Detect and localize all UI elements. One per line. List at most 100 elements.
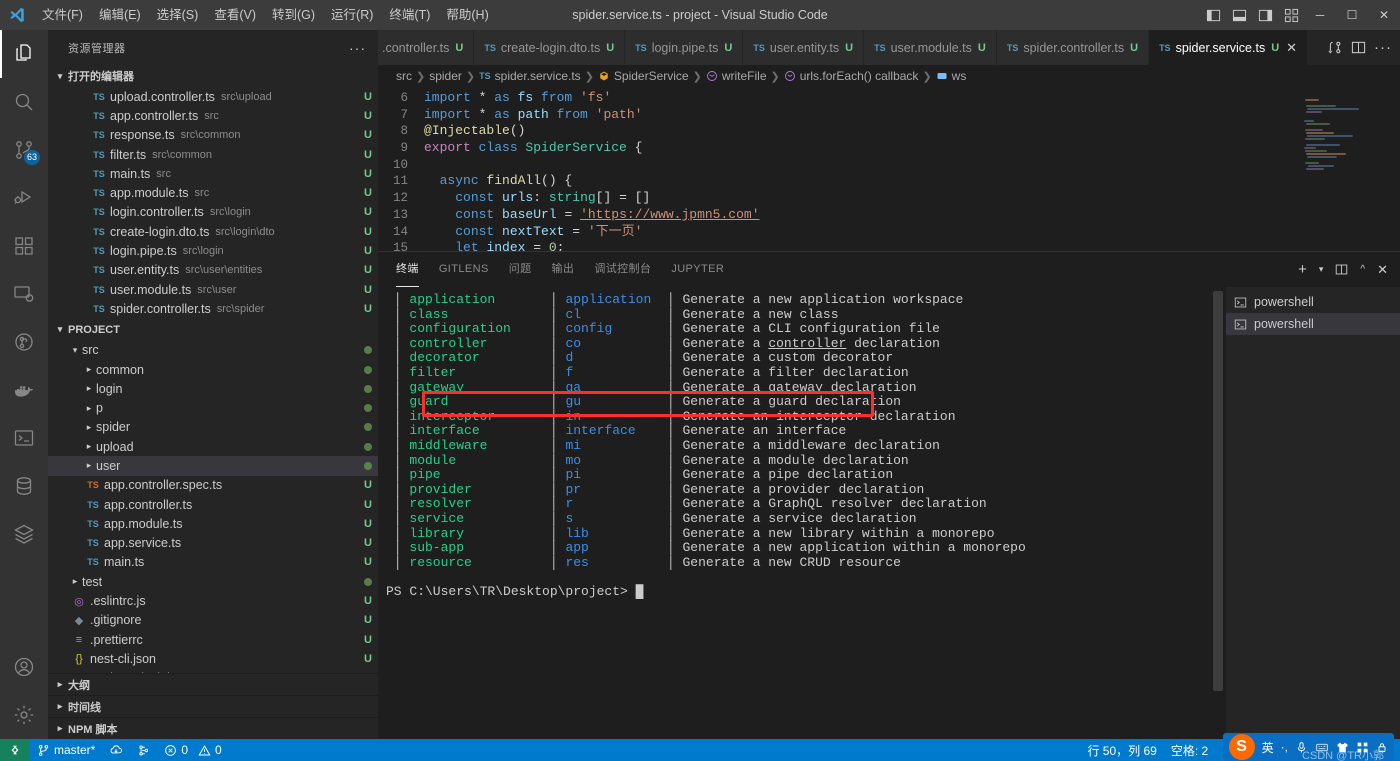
code-line[interactable] <box>424 157 1300 174</box>
tree-file-item[interactable]: {} nest-cli.json U <box>48 649 378 668</box>
minimap-slider[interactable] <box>1386 87 1400 251</box>
code-line[interactable]: let index = 0; <box>424 240 1300 251</box>
sidebar-more-actions-icon[interactable]: ··· <box>349 40 366 56</box>
panel-tab-gitlens[interactable]: GITLENS <box>439 252 489 287</box>
activity-settings[interactable] <box>0 691 48 739</box>
minimap[interactable] <box>1300 87 1400 251</box>
activity-layers[interactable] <box>0 510 48 558</box>
activity-source-control[interactable]: 63 <box>0 126 48 174</box>
editor-tab[interactable]: TS spider.controller.ts U <box>996 30 1150 65</box>
ime-punctuation-label[interactable]: ·, <box>1281 740 1288 754</box>
menu-view[interactable]: 查看(V) <box>206 0 264 30</box>
panel-tab-problems[interactable]: 问题 <box>509 252 532 287</box>
project-header[interactable]: ▾ PROJECT <box>48 319 378 341</box>
breadcrumb-item-file[interactable]: TS spider.service.ts <box>479 69 581 83</box>
open-editor-item[interactable]: TS upload.controller.ts src\upload U <box>48 87 378 106</box>
menu-selection[interactable]: 选择(S) <box>149 0 207 30</box>
close-tab-icon[interactable]: ✕ <box>1286 40 1297 56</box>
status-problems[interactable]: 0 0 <box>157 739 228 761</box>
section-npm-scripts[interactable]: ▸ NPM 脚本 <box>48 717 378 739</box>
code-line[interactable]: const urls: string[] = [] <box>424 190 1300 207</box>
code-line[interactable]: const baseUrl = 'https://www.jpmn5.com' <box>424 207 1300 224</box>
customize-layout-icon[interactable] <box>1278 0 1304 30</box>
code-line[interactable]: export class SpiderService { <box>424 140 1300 157</box>
panel-tab-output[interactable]: 输出 <box>552 252 575 287</box>
activity-gitlens[interactable] <box>0 318 48 366</box>
menu-file[interactable]: 文件(F) <box>34 0 91 30</box>
editor-tab[interactable]: TS user.module.ts U <box>864 30 997 65</box>
new-terminal-icon[interactable]: + <box>1298 261 1307 278</box>
open-editor-item[interactable]: TS user.entity.ts src\user\entities U <box>48 261 378 280</box>
tree-folder-item[interactable]: ▸ p <box>48 398 378 417</box>
open-editor-item[interactable]: TS app.module.ts src U <box>48 183 378 202</box>
editor-more-actions-icon[interactable]: ··· <box>1374 39 1392 56</box>
activity-remote-explorer[interactable] <box>0 270 48 318</box>
close-button[interactable]: ✕ <box>1368 0 1400 30</box>
code-pane[interactable]: 6 7 8 9 10 11 12 13 14 15 import * as fs from 'fs… <box>378 87 1300 251</box>
open-editor-item[interactable]: TS user.module.ts src\user U <box>48 280 378 299</box>
terminal-desc-link[interactable]: controller <box>768 336 846 351</box>
activity-extensions[interactable] <box>0 222 48 270</box>
activity-accounts[interactable] <box>0 643 48 691</box>
tree-folder-item[interactable]: ▸ login <box>48 379 378 398</box>
activity-run-debug[interactable] <box>0 174 48 222</box>
open-editor-item[interactable]: TS app.controller.ts src U <box>48 106 378 125</box>
section-timeline[interactable]: ▸ 时间线 <box>48 695 378 717</box>
sogou-ime-overlay[interactable]: S 英 ·, CSDN @TR小郭 <box>1222 733 1394 761</box>
split-terminal-icon[interactable] <box>1335 263 1348 276</box>
panel-tab-terminal[interactable]: 终端 <box>396 252 419 287</box>
menu-run[interactable]: 运行(R) <box>323 0 381 30</box>
minimize-button[interactable]: ─ <box>1304 0 1336 30</box>
breadcrumb-item-class[interactable]: SpiderService <box>598 69 689 83</box>
breadcrumb-item-callback[interactable]: urls.forEach() callback <box>784 69 918 83</box>
editor-tab[interactable]: .controller.ts U <box>378 30 475 65</box>
open-editor-item[interactable]: TS create-login.dto.ts src\login\dto U <box>48 222 378 241</box>
open-editor-item[interactable]: TS login.pipe.ts src\login U <box>48 241 378 260</box>
activity-explorer[interactable] <box>0 30 48 78</box>
tree-file-item[interactable]: ◆ .gitignore U <box>48 611 378 630</box>
panel-tab-jupyter[interactable]: JUPYTER <box>671 252 724 287</box>
panel-tab-debug-console[interactable]: 调试控制台 <box>594 252 651 287</box>
tree-folder-item[interactable]: ▸ test <box>48 572 378 591</box>
editor-tab[interactable]: TS spider.service.ts U ✕ <box>1149 30 1309 65</box>
tree-folder-item[interactable]: ▸ common <box>48 360 378 379</box>
tree-folder-item[interactable]: ▸ user <box>48 456 378 476</box>
section-outline[interactable]: ▸ 大纲 <box>48 673 378 695</box>
split-editor-right-icon[interactable] <box>1351 40 1366 55</box>
breadcrumb-item-src[interactable]: src <box>396 69 412 83</box>
tree-folder-item[interactable]: ▸ upload <box>48 437 378 456</box>
tree-folder-item[interactable]: ▾ src <box>48 341 378 360</box>
tree-file-item[interactable]: {}package-lock.json U <box>48 669 378 673</box>
open-editor-item[interactable]: TS spider.controller.ts src\spider U <box>48 299 378 318</box>
breadcrumb-item-variable-ws[interactable]: ws <box>936 69 966 83</box>
terminal-list-item[interactable]: powershell <box>1226 291 1400 313</box>
tree-file-item[interactable]: TS app.controller.ts U <box>48 495 378 514</box>
code-lines[interactable]: import * as fs from 'fs' import * as path… <box>424 87 1300 251</box>
menu-edit[interactable]: 编辑(E) <box>91 0 149 30</box>
breadcrumb-item-spider[interactable]: spider <box>429 69 462 83</box>
tree-file-item[interactable]: TS main.ts U <box>48 553 378 572</box>
editor-tab[interactable]: TS create-login.dto.ts U <box>474 30 626 65</box>
tree-file-item[interactable]: ≡ .prettierrc U <box>48 630 378 649</box>
open-editor-item[interactable]: TS response.ts src\common U <box>48 126 378 145</box>
toggle-panel-icon[interactable] <box>1226 0 1252 30</box>
open-editors-header[interactable]: ▾ 打开的编辑器 <box>48 65 378 87</box>
editor-content[interactable]: 6 7 8 9 10 11 12 13 14 15 import * as fs from 'fs… <box>378 87 1400 251</box>
ime-mode-label[interactable]: 英 <box>1262 739 1274 756</box>
menu-help[interactable]: 帮助(H) <box>438 0 496 30</box>
activity-database[interactable] <box>0 462 48 510</box>
toggle-primary-sidebar-icon[interactable] <box>1200 0 1226 30</box>
project-tree-scroll[interactable]: ▾ PROJECT ▾ src ▸ common ▸ login ▸ p ▸ spider ▸ upl… <box>48 319 378 673</box>
tree-file-item[interactable]: ◎ .eslintrc.js U <box>48 591 378 610</box>
tree-file-item[interactable]: TS app.controller.spec.ts U <box>48 476 378 495</box>
status-indentation[interactable]: 空格: 2 <box>1164 739 1215 761</box>
sogou-logo-icon[interactable]: S <box>1228 734 1255 760</box>
editor-tab[interactable]: TS login.pipe.ts U <box>625 30 744 65</box>
menu-terminal[interactable]: 终端(T) <box>381 0 438 30</box>
editor-tab[interactable]: TS user.entity.ts U <box>743 30 865 65</box>
maximize-panel-icon[interactable]: ^ <box>1360 264 1365 275</box>
status-branch[interactable]: master* <box>30 739 102 761</box>
tree-file-item[interactable]: TS app.module.ts U <box>48 514 378 533</box>
code-line[interactable]: async findAll() { <box>424 173 1300 190</box>
remote-indicator[interactable] <box>0 739 30 761</box>
